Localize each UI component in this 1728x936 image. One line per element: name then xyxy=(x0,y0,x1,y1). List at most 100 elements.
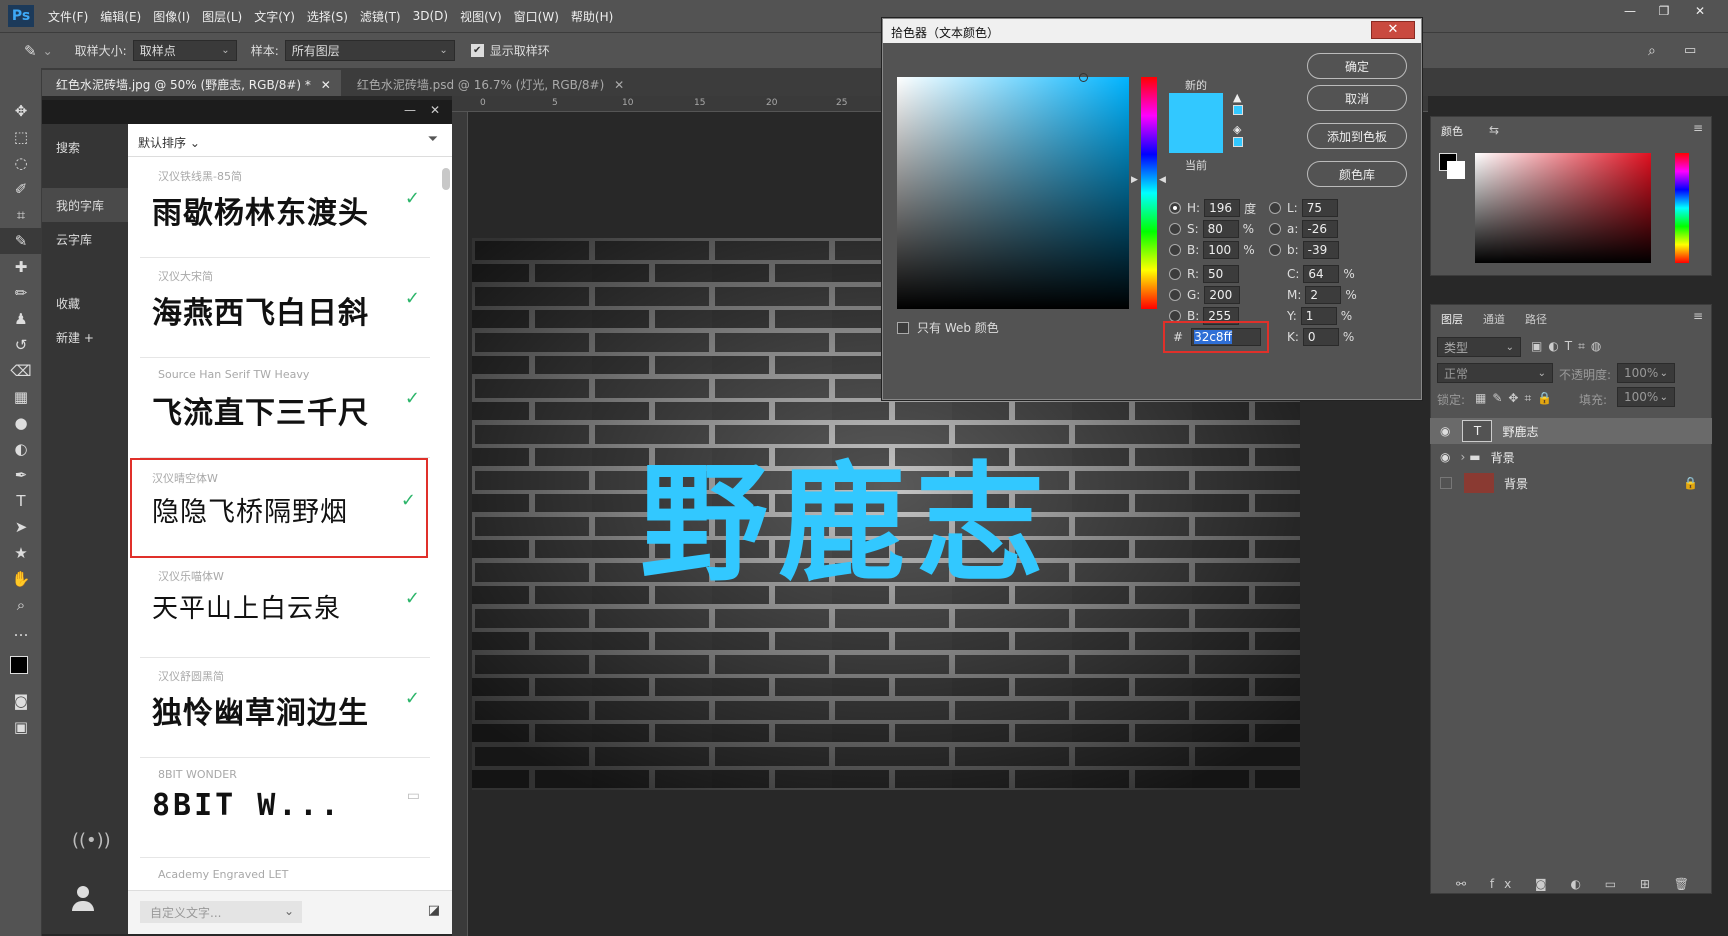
crop-tool-icon[interactable]: ⌗ xyxy=(0,202,42,228)
radio-h[interactable] xyxy=(1169,202,1181,214)
healing-brush-icon[interactable]: ✚ xyxy=(0,254,42,280)
magenta-input[interactable]: 2 xyxy=(1305,286,1342,304)
nav-my-library[interactable]: 我的字库 xyxy=(42,188,128,222)
panel-close-icon[interactable]: ✕ xyxy=(430,103,440,117)
eyedropper-icon[interactable]: ✎ xyxy=(24,42,37,60)
current-color-swatch[interactable] xyxy=(1169,123,1223,153)
tab-document-2[interactable]: 红色水泥砖墙.psd @ 16.7% (灯光, RGB/8#) ✕ xyxy=(341,70,634,96)
pen-tool-icon[interactable]: ✒ xyxy=(0,462,42,488)
filter-icons[interactable]: ▣◐T⌗◍ xyxy=(1531,339,1607,354)
nav-favorites[interactable]: 收藏 xyxy=(42,286,128,320)
menu-layer[interactable]: 图层(L) xyxy=(196,8,248,25)
hue-slider[interactable] xyxy=(1675,153,1689,263)
menu-filter[interactable]: 滤镜(T) xyxy=(354,8,407,25)
visibility-toggle[interactable] xyxy=(1440,477,1452,489)
red-input[interactable]: 50 xyxy=(1203,265,1240,283)
eyedropper-tool-icon[interactable]: ✎ xyxy=(0,228,42,254)
menu-view[interactable]: 视图(V) xyxy=(454,8,508,25)
foreground-color-swatch[interactable] xyxy=(10,656,28,674)
stamp-tool-icon[interactable]: ♟ xyxy=(0,306,42,332)
hue-slider[interactable] xyxy=(1141,77,1157,309)
shape-tool-icon[interactable]: ★ xyxy=(0,540,42,566)
color-swatches[interactable] xyxy=(0,644,41,688)
color-cursor[interactable] xyxy=(1079,73,1088,82)
font-item[interactable]: 汉仪乐喵体W 天平山上白云泉 ✓ xyxy=(140,558,430,658)
move-tool-icon[interactable]: ✥ xyxy=(0,98,42,124)
web-safe-swatch[interactable] xyxy=(1233,137,1243,147)
user-avatar-icon[interactable] xyxy=(70,886,96,912)
type-tool-icon[interactable]: T xyxy=(0,488,42,514)
black-input[interactable]: 0 xyxy=(1302,328,1339,346)
quick-select-icon[interactable]: ✐ xyxy=(0,176,42,202)
hue-slider-arrow-left-icon[interactable]: ▶ xyxy=(1131,175,1138,185)
blend-mode-select[interactable]: 正常 xyxy=(1437,363,1553,383)
lasso-tool-icon[interactable]: ◌ xyxy=(0,150,42,176)
nav-search[interactable]: 搜索 xyxy=(42,130,128,164)
tab-channels[interactable]: 通道 xyxy=(1473,305,1515,333)
dodge-tool-icon[interactable]: ◐ xyxy=(0,436,42,462)
sample-size-select[interactable]: 取样点 xyxy=(132,40,237,61)
swap-colors-icon[interactable]: ⇆ xyxy=(1489,123,1499,137)
close-icon[interactable]: ✕ xyxy=(1371,21,1415,39)
menu-file[interactable]: 文件(F) xyxy=(42,8,94,25)
cyan-input[interactable]: 64 xyxy=(1303,265,1340,283)
menu-3d[interactable]: 3D(D) xyxy=(407,9,454,23)
radio-b[interactable] xyxy=(1169,244,1181,256)
lab-a-input[interactable]: -26 xyxy=(1302,220,1339,238)
hue-slider-arrow-right-icon[interactable]: ◀ xyxy=(1159,175,1166,185)
radio-r[interactable] xyxy=(1169,268,1181,280)
color-libraries-button[interactable]: 颜色库 xyxy=(1307,161,1407,187)
tab-layers[interactable]: 图层 xyxy=(1431,305,1473,333)
download-icon[interactable]: ▭ xyxy=(407,788,420,804)
gamut-warning-icon[interactable]: ▲ xyxy=(1233,91,1241,104)
menu-edit[interactable]: 编辑(E) xyxy=(94,8,147,25)
layer-group[interactable]: ◉ › ▬ 背景 xyxy=(1430,444,1712,470)
scrollbar[interactable] xyxy=(442,168,450,190)
marquee-tool-icon[interactable]: ⬚ xyxy=(0,124,42,150)
layer-background[interactable]: 背景 🔒 xyxy=(1430,470,1712,496)
cancel-button[interactable]: 取消 xyxy=(1307,85,1407,111)
menu-window[interactable]: 窗口(W) xyxy=(508,8,565,25)
lab-l-input[interactable]: 75 xyxy=(1301,199,1338,217)
screen-mode-icon[interactable]: ▣ xyxy=(0,714,42,740)
dropdown-caret-icon[interactable]: ⌄ xyxy=(43,44,53,58)
radio-lab-b[interactable] xyxy=(1269,244,1281,256)
font-item[interactable]: 8BIT WONDER 8BIT W... ▭ xyxy=(140,758,430,858)
blur-tool-icon[interactable]: ● xyxy=(0,410,42,436)
green-input[interactable]: 200 xyxy=(1204,286,1241,304)
search-icon[interactable]: ⌕ xyxy=(1648,43,1656,59)
hue-input[interactable]: 196 xyxy=(1204,199,1241,217)
radio-g[interactable] xyxy=(1169,289,1181,301)
radio-s[interactable] xyxy=(1169,223,1181,235)
layer-kind-filter[interactable]: 类型 xyxy=(1437,337,1521,357)
gamut-swatch[interactable] xyxy=(1233,105,1243,115)
gradient-tool-icon[interactable]: ▦ xyxy=(0,384,42,410)
visibility-eye-icon[interactable]: ◉ xyxy=(1440,424,1450,438)
font-item[interactable]: 汉仪铁线黑-85简 雨歇杨林东渡头 ✓ xyxy=(140,158,430,258)
close-tab-icon[interactable]: ✕ xyxy=(614,78,624,92)
panel-minimize-icon[interactable]: — xyxy=(404,103,416,117)
sample-select[interactable]: 所有图层 xyxy=(284,40,455,61)
path-select-icon[interactable]: ➤ xyxy=(0,514,42,540)
brightness-input[interactable]: 100 xyxy=(1203,241,1240,259)
background-color-swatch[interactable] xyxy=(1447,161,1465,179)
history-brush-icon[interactable]: ↺ xyxy=(0,332,42,358)
show-ring-checkbox[interactable]: ✔ xyxy=(470,44,484,57)
menu-type[interactable]: 文字(Y) xyxy=(248,8,301,25)
nav-new[interactable]: 新建 + xyxy=(42,320,128,354)
layer-text[interactable]: ◉ T 野鹿志 xyxy=(1430,418,1712,444)
sort-dropdown[interactable]: 默认排序 ⌄ xyxy=(138,134,200,151)
menu-image[interactable]: 图像(I) xyxy=(147,8,196,25)
font-item[interactable]: Academy Engraved LET xyxy=(140,858,430,888)
ok-button[interactable]: 确定 xyxy=(1307,53,1407,79)
hand-tool-icon[interactable]: ✋ xyxy=(0,566,42,592)
zoom-tool-icon[interactable]: ⌕ xyxy=(0,592,42,618)
font-item[interactable]: Source Han Serif TW Heavy 飞流直下三千尺 ✓ xyxy=(140,358,430,458)
font-item-selected[interactable]: 汉仪晴空体W 隐隐飞桥隔野烟 ✓ xyxy=(130,458,428,558)
web-only-checkbox[interactable] xyxy=(897,321,909,334)
lab-b-input[interactable]: -39 xyxy=(1302,241,1339,259)
brush-tool-icon[interactable]: ✏ xyxy=(0,280,42,306)
custom-text-input[interactable]: 自定义文字... ⌄ xyxy=(140,901,302,923)
layer-actions[interactable]: ⚯ fx ◙ ◐ ▭ ⊞ 🗑 xyxy=(1431,877,1713,891)
lock-icons[interactable]: ▦✎✥⌗🔒 xyxy=(1475,391,1558,406)
